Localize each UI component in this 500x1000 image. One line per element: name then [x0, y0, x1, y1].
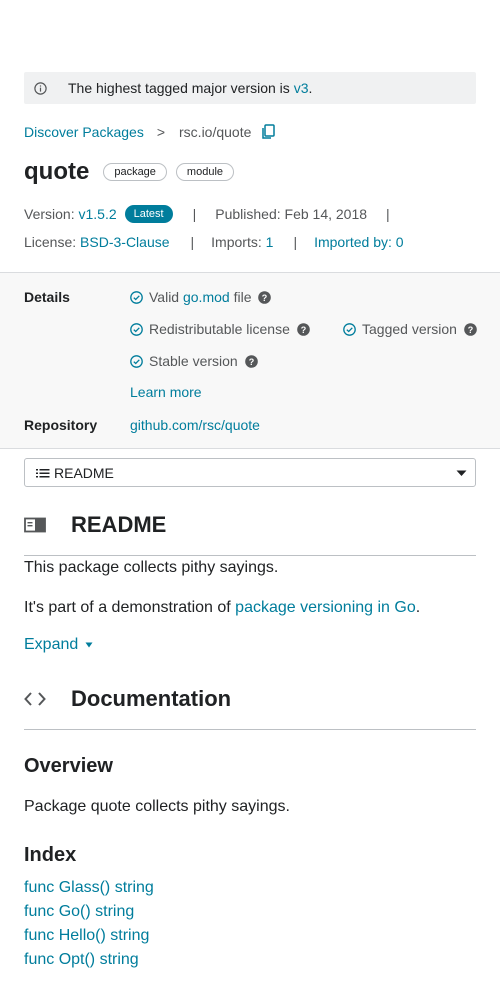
meta-divider: |: [190, 234, 195, 250]
svg-text:?: ?: [248, 357, 254, 367]
meta-row-license: License: BSD-3-Clause | Imports: 1 | Imp…: [24, 232, 404, 252]
banner-version-link[interactable]: v3: [294, 80, 309, 96]
gomod-link[interactable]: go.mod: [183, 289, 230, 305]
index-item-go[interactable]: func Go() string: [24, 903, 134, 921]
title-row: quote package module: [24, 156, 234, 188]
help-icon[interactable]: ?: [258, 290, 272, 304]
jump-to-select[interactable]: README: [24, 458, 476, 487]
expand-button[interactable]: Expand: [24, 636, 93, 654]
repository-label: Repository: [24, 417, 98, 433]
version-label: Version:: [24, 206, 75, 222]
version-link[interactable]: v1.5.2: [78, 206, 116, 222]
major-version-banner: The highest tagged major version is v3.: [24, 72, 476, 104]
breadcrumb-separator: >: [156, 124, 166, 140]
jump-to-value: README: [54, 464, 114, 481]
banner-text: The highest tagged major version is v3.: [68, 80, 313, 96]
divider: [0, 448, 500, 449]
page-title: quote: [24, 158, 90, 185]
documentation-heading: Documentation: [71, 686, 232, 711]
learn-more-link[interactable]: Learn more: [130, 384, 202, 400]
published-label: Published:: [215, 206, 281, 222]
readme-header: README: [24, 510, 166, 540]
divider: [24, 729, 476, 730]
imports-label: Imports:: [211, 234, 262, 250]
redistributable-license-item: Redistributable license ?: [130, 319, 310, 339]
help-icon[interactable]: ?: [297, 322, 310, 336]
overview-text: Package quote collects pithy sayings.: [24, 798, 290, 815]
published-date: Feb 14, 2018: [284, 206, 368, 222]
help-icon[interactable]: ?: [244, 354, 258, 368]
copy-icon[interactable]: [261, 124, 276, 140]
index-item-opt[interactable]: func Opt() string: [24, 951, 139, 969]
module-badge: module: [175, 163, 234, 181]
divider: [24, 555, 476, 556]
meta-divider: |: [293, 234, 298, 250]
overview-heading: Overview: [24, 755, 113, 777]
meta-divider: |: [192, 206, 197, 222]
book-icon: [24, 517, 46, 533]
readme-heading: README: [71, 512, 167, 537]
tagged-version-item: Tagged version ?: [343, 319, 477, 339]
documentation-header: Documentation: [24, 684, 231, 714]
help-icon[interactable]: ?: [464, 322, 477, 336]
imported-by-link[interactable]: Imported by: 0: [314, 234, 404, 250]
index-heading: Index: [24, 844, 77, 866]
index-item-glass[interactable]: func Glass() string: [24, 879, 154, 897]
valid-gomod-item: Valid go.mod file ?: [130, 287, 272, 307]
list-icon: [35, 467, 51, 479]
package-badge: package: [103, 163, 167, 181]
info-icon: [34, 81, 47, 95]
breadcrumb-current: rsc.io/quote: [179, 124, 252, 140]
breadcrumb-discover-link[interactable]: Discover Packages: [24, 124, 144, 140]
breadcrumb: Discover Packages > rsc.io/quote: [24, 122, 276, 142]
latest-badge: Latest: [124, 205, 173, 223]
code-icon: [24, 691, 46, 707]
caret-down-icon: [85, 642, 93, 648]
readme-line-1: This package collects pithy sayings.: [24, 559, 279, 576]
index-item-hello[interactable]: func Hello() string: [24, 927, 149, 945]
svg-text:?: ?: [301, 325, 307, 335]
caret-down-icon: [456, 470, 467, 476]
check-circle-icon: [130, 290, 143, 304]
stable-version-item: Stable version ?: [130, 351, 258, 371]
package-versioning-link[interactable]: package versioning in Go: [235, 599, 416, 616]
check-circle-icon: [130, 354, 143, 368]
svg-text:?: ?: [468, 325, 474, 335]
meta-divider: |: [386, 206, 390, 222]
repository-link[interactable]: github.com/rsc/quote: [130, 417, 260, 433]
imports-link[interactable]: 1: [266, 234, 274, 250]
details-label: Details: [24, 289, 70, 305]
expand-label: Expand: [24, 636, 79, 653]
check-circle-icon: [130, 322, 143, 336]
check-circle-icon: [343, 322, 356, 336]
meta-row-version: Version: v1.5.2 Latest | Published: Feb …: [24, 204, 409, 224]
readme-line-2: It's part of a demonstration of package …: [24, 599, 421, 616]
license-link[interactable]: BSD-3-Clause: [80, 234, 169, 250]
license-label: License:: [24, 234, 77, 250]
svg-text:?: ?: [262, 293, 268, 303]
